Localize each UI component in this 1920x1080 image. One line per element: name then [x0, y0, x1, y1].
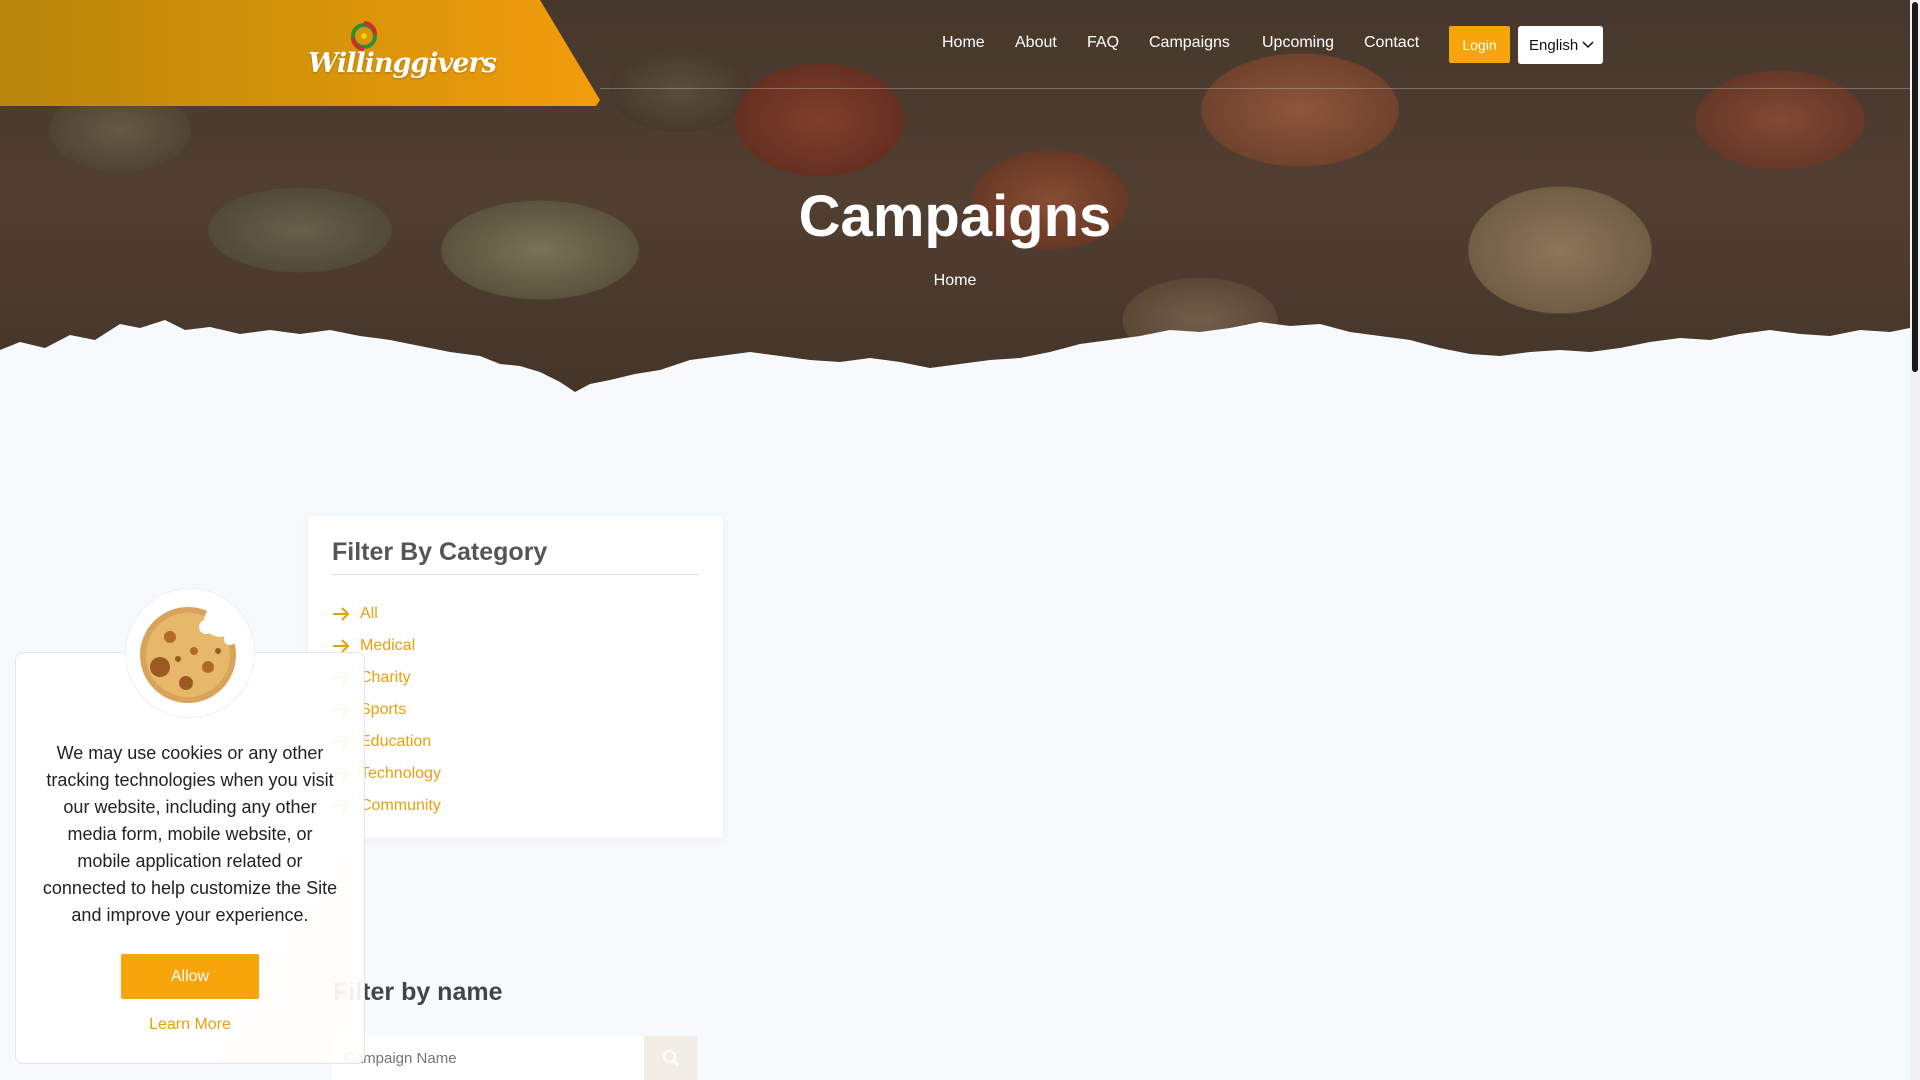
category-label: Education — [360, 733, 432, 750]
cookie-allow-button[interactable]: Allow — [121, 954, 259, 999]
scrollbar-thumb[interactable] — [1912, 2, 1918, 372]
category-label: Sports — [360, 701, 407, 718]
cookie-icon-badge — [125, 588, 255, 718]
language-value: English — [1529, 36, 1579, 54]
main-nav: Home About FAQ Campaigns Upcoming Contac… — [0, 0, 1910, 88]
login-button[interactable]: Login — [1449, 26, 1510, 63]
page-scrollbar[interactable] — [1910, 0, 1920, 1080]
category-label: Community — [360, 797, 441, 814]
chevron-down-icon — [1582, 41, 1594, 49]
category-label: Charity — [360, 669, 411, 686]
nav-contact[interactable]: Contact — [1364, 34, 1419, 52]
nav-upcoming[interactable]: Upcoming — [1262, 34, 1334, 52]
campaign-name-input[interactable] — [332, 1036, 644, 1080]
cookie-message: We may use cookies or any other tracking… — [42, 743, 338, 925]
language-select[interactable]: English — [1518, 26, 1603, 64]
arrow-right-icon — [333, 639, 350, 653]
category-filter-card: Filter By Category All Medical Charity S… — [308, 516, 723, 838]
search-button[interactable] — [644, 1036, 697, 1080]
nav-divider — [600, 88, 1910, 89]
category-label: Technology — [360, 765, 441, 782]
nav-campaigns[interactable]: Campaigns — [1149, 34, 1230, 52]
breadcrumb-home[interactable]: Home — [0, 272, 1910, 290]
search-icon — [662, 1050, 679, 1066]
nav-about[interactable]: About — [1015, 34, 1057, 52]
cookie-learn-more-link[interactable]: Learn More — [90, 1016, 290, 1034]
category-label: Medical — [360, 637, 416, 654]
torn-paper-edge — [0, 320, 1910, 410]
category-item-all[interactable]: All — [332, 598, 441, 630]
category-filter-divider — [332, 574, 699, 575]
page-title: Campaigns — [798, 184, 1112, 249]
category-filter-title: Filter By Category — [332, 538, 548, 566]
cookie-icon — [140, 605, 236, 703]
nav-home[interactable]: Home — [942, 34, 985, 52]
nav-faq[interactable]: FAQ — [1087, 34, 1119, 52]
arrow-right-icon — [333, 607, 350, 621]
category-label: All — [360, 605, 378, 622]
